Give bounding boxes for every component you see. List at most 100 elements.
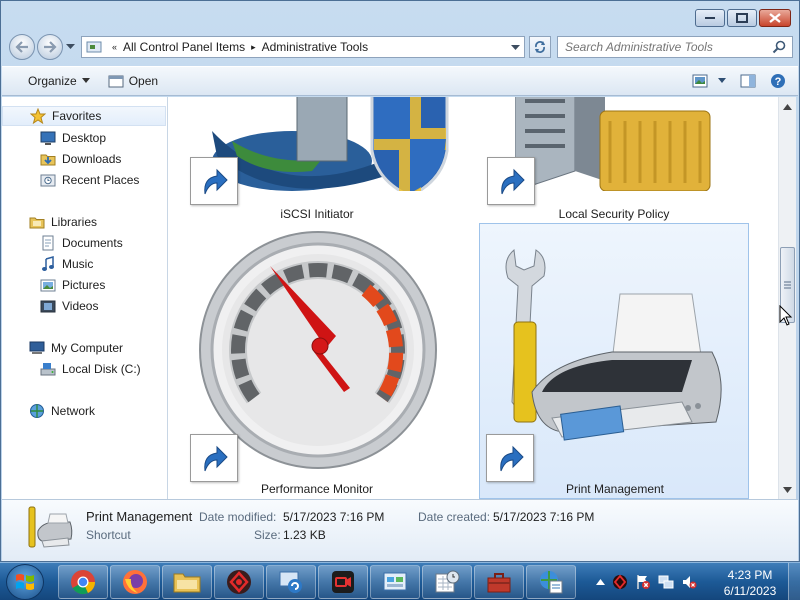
size-value: 1.23 KB <box>283 528 326 542</box>
videos-icon <box>40 300 56 313</box>
nav-libraries[interactable]: Libraries <box>29 212 97 232</box>
preview-pane-icon[interactable] <box>740 74 756 88</box>
back-arrow-icon <box>15 41 28 53</box>
breadcrumb-separator[interactable]: ▸ <box>251 42 256 53</box>
breadcrumb-administrative-tools[interactable]: Administrative Tools <box>262 40 369 54</box>
item-label: Performance Monitor <box>260 482 374 496</box>
nav-recent-places[interactable]: Recent Places <box>40 170 139 190</box>
details-item-name: Print Management <box>86 509 193 524</box>
date-modified-value: 5/17/2023 7:16 PM <box>283 510 385 524</box>
nav-downloads[interactable]: Downloads <box>40 149 121 169</box>
navigation-bar: « All Control Panel Items ▸ Administrati… <box>9 34 793 60</box>
firefox-icon <box>123 570 147 594</box>
details-item-type: Shortcut <box>86 528 131 542</box>
shortcut-arrow-icon <box>500 445 524 472</box>
tray-security-icon[interactable] <box>612 574 628 590</box>
date-created-label: Date created: <box>418 510 491 524</box>
open-button[interactable]: Open <box>100 67 168 95</box>
control-panel-icon <box>383 572 407 591</box>
show-hidden-icons-button[interactable] <box>596 578 605 586</box>
pictures-icon <box>40 279 56 292</box>
taskbar-app-red[interactable] <box>214 565 264 599</box>
task-scheduler-icon <box>435 570 460 593</box>
nav-pictures[interactable]: Pictures <box>40 275 105 295</box>
explorer-window: « All Control Panel Items ▸ Administrati… <box>0 0 800 562</box>
maximize-button[interactable] <box>727 9 757 27</box>
nav-network[interactable]: Network <box>29 401 95 421</box>
taskbar-control-panel[interactable] <box>370 565 420 599</box>
taskbar-admin-tools[interactable] <box>526 565 576 599</box>
grip-icon <box>784 281 791 289</box>
back-button[interactable] <box>9 34 35 60</box>
taskbar-chrome[interactable] <box>58 565 108 599</box>
taskbar-task-scheduler[interactable] <box>422 565 472 599</box>
app-red-icon <box>227 570 251 594</box>
action-center-flag-icon[interactable] <box>635 574 651 590</box>
view-dropdown-icon <box>718 78 726 83</box>
organize-label: Organize <box>28 74 77 88</box>
svg-text:?: ? <box>775 76 782 88</box>
organize-button[interactable]: Organize <box>2 67 100 95</box>
scroll-up-button[interactable] <box>779 98 796 115</box>
nav-favorites[interactable]: Favorites <box>2 106 166 126</box>
nav-local-disk[interactable]: Local Disk (C:) <box>40 359 141 379</box>
mouse-cursor-icon <box>779 305 793 326</box>
taskbar-toolbox[interactable] <box>474 565 524 599</box>
nav-videos[interactable]: Videos <box>40 296 98 316</box>
taskbar-recorder[interactable] <box>318 565 368 599</box>
breadcrumb-control-panel[interactable]: All Control Panel Items <box>123 40 245 54</box>
search-box[interactable] <box>557 36 793 58</box>
view-icon <box>692 74 708 88</box>
item-iscsi-initiator[interactable]: iSCSI Initiator <box>182 97 452 221</box>
search-icon[interactable] <box>772 40 786 54</box>
star-icon <box>30 108 46 124</box>
volume-muted-icon[interactable] <box>681 574 697 590</box>
help-icon[interactable]: ? <box>770 73 786 89</box>
address-bar[interactable]: « All Control Panel Items ▸ Administrati… <box>81 36 525 58</box>
item-label: Local Security Policy <box>558 207 670 221</box>
item-print-management[interactable]: Print Management <box>479 223 749 499</box>
date-modified-label: Date modified: <box>199 510 277 524</box>
network-status-icon[interactable] <box>658 574 674 590</box>
documents-icon <box>42 235 54 251</box>
nav-desktop[interactable]: Desktop <box>40 128 106 148</box>
scroll-down-icon <box>783 486 792 493</box>
scroll-down-button[interactable] <box>779 481 796 498</box>
downloads-icon <box>40 154 56 166</box>
close-button[interactable] <box>759 9 791 27</box>
refresh-button[interactable] <box>529 36 551 58</box>
address-overflow[interactable]: « <box>112 42 117 52</box>
show-desktop-button[interactable] <box>788 563 800 600</box>
clock-time: 4:23 PM <box>727 568 773 582</box>
address-dropdown-icon[interactable] <box>511 40 520 54</box>
nav-videos-label: Videos <box>62 299 99 313</box>
recent-places-icon <box>40 174 56 187</box>
item-performance-monitor[interactable]: Performance Monitor <box>182 226 452 499</box>
minimize-button[interactable] <box>695 9 725 27</box>
shortcut-overlay <box>190 157 238 205</box>
clock-date: 6/11/2023 <box>723 584 777 598</box>
network-icon <box>30 404 44 418</box>
forward-button[interactable] <box>37 34 63 60</box>
minimize-icon <box>705 17 715 19</box>
folder-icon <box>173 573 201 593</box>
nav-pictures-label: Pictures <box>62 278 106 292</box>
change-view-button[interactable] <box>692 74 726 88</box>
nav-music[interactable]: Music <box>40 254 93 274</box>
item-local-security-policy[interactable]: Local Security Policy <box>479 97 749 221</box>
taskbar-remote[interactable] <box>266 565 316 599</box>
vertical-scrollbar[interactable] <box>778 97 796 499</box>
taskbar-clock[interactable]: 4:23 PM 6/11/2023 <box>716 567 784 599</box>
nav-my-computer-label: My Computer <box>51 341 124 355</box>
taskbar-firefox[interactable] <box>110 565 160 599</box>
nav-my-computer[interactable]: My Computer <box>29 338 123 358</box>
music-icon <box>42 256 54 271</box>
search-input[interactable] <box>558 37 758 57</box>
remote-desktop-icon <box>279 571 302 593</box>
admin-tools-icon <box>540 571 563 594</box>
start-button[interactable] <box>6 564 44 600</box>
taskbar-explorer[interactable] <box>162 565 212 599</box>
recent-pages-dropdown[interactable] <box>66 43 75 51</box>
nav-recent-places-label: Recent Places <box>62 173 140 187</box>
nav-documents[interactable]: Documents <box>40 233 123 253</box>
